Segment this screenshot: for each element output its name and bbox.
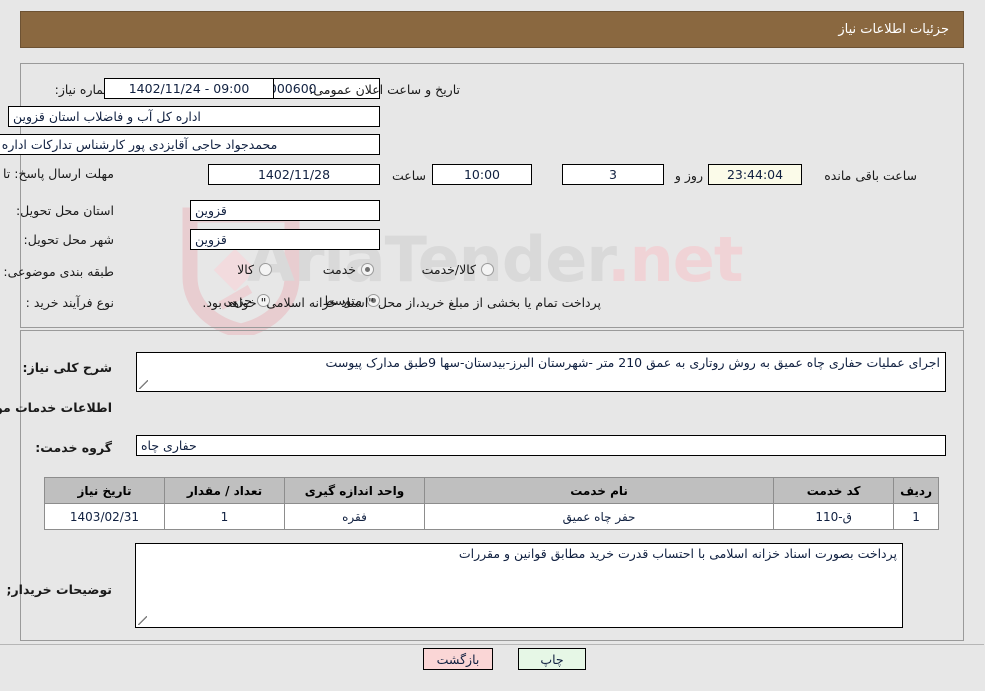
deadline-label: مهلت ارسال پاسخ: تا تاریخ: <box>0 166 115 181</box>
table-col-unit: واحد اندازه گیری <box>285 477 426 504</box>
category-radio-khedmat[interactable]: خدمت <box>324 262 375 277</box>
category-radio-kala-khedmat[interactable]: کالا/خدمت <box>423 262 495 277</box>
deadline-date-value: 1402/11/28 <box>209 164 381 185</box>
cell-radif: 1 <box>894 503 940 530</box>
cell-unit: فقره <box>285 503 426 530</box>
table-col-qty: تعداد / مقدار <box>165 477 286 504</box>
hour-value: 10:00 <box>433 164 533 185</box>
days-suffix-label: روز و <box>675 168 704 183</box>
summary-label: شرح کلی نیاز: <box>23 360 113 375</box>
province-label: استان محل تحویل: <box>16 203 115 218</box>
table-col-name: نام خدمت <box>424 477 776 504</box>
process-label: نوع فرآیند خرید : <box>26 295 115 310</box>
announce-datetime-label: تاریخ و ساعت اعلان عمومی: <box>310 82 461 97</box>
page-title-bar: جزئیات اطلاعات نیاز <box>21 11 965 48</box>
table-header-row: ردیف کد خدمت نام خدمت واحد اندازه گیری ت… <box>45 477 940 504</box>
service-group-label: گروه خدمت: <box>36 440 113 455</box>
city-value: قزوین <box>191 229 381 250</box>
radio-indicator[interactable] <box>260 263 273 276</box>
services-table: ردیف کد خدمت نام خدمت واحد اندازه گیری ت… <box>45 477 940 530</box>
cell-date: 1403/02/31 <box>45 503 166 530</box>
category-option-label: کالا <box>238 262 255 277</box>
services-heading: اطلاعات خدمات مورد نیاز <box>0 400 113 415</box>
page-title: جزئیات اطلاعات نیاز <box>839 22 950 37</box>
category-option-label: خدمت <box>323 262 357 277</box>
category-label: طبقه بندی موضوعی: <box>4 264 115 279</box>
province-value: قزوین <box>191 200 381 221</box>
remaining-suffix-label: ساعت باقی مانده <box>825 168 918 183</box>
buyer-org-value: اداره کل آب و فاضلاب استان قزوین <box>9 106 381 127</box>
service-group-value: حفاری چاه <box>137 435 947 456</box>
days-remaining-value: 3 <box>563 164 665 185</box>
category-option-label: کالا/خدمت <box>422 262 477 277</box>
city-label: شهر محل تحویل: <box>24 232 115 247</box>
announce-datetime-value: 09:00 - 1402/11/24 <box>105 78 275 99</box>
cell-code: ق-110 <box>774 503 896 530</box>
creator-value: محمدجواد حاجی آقایزدی پور کارشناس تدارکا… <box>0 134 381 155</box>
summary-textarea[interactable]: اجرای عملیات حفاری چاه عمیق به روش روتار… <box>137 352 947 392</box>
page-root: AriaTender.net جزئیات اطلاعات نیاز شماره… <box>0 0 985 691</box>
hour-label: ساعت <box>392 168 427 183</box>
buyer-notes-label: توضیحات خریدار; <box>7 582 113 597</box>
table-row: 1 ق-110 حفر چاه عمیق فقره 1 1403/02/31 <box>45 503 940 530</box>
table-col-date: تاریخ نیاز <box>45 477 166 504</box>
radio-indicator[interactable] <box>482 263 495 276</box>
buyer-notes-textarea[interactable]: پرداخت بصورت اسناد خزانه اسلامی با احتسا… <box>136 543 904 628</box>
table-col-radif: ردیف <box>894 477 940 504</box>
process-note: پرداخت تمام یا بخشی از مبلغ خرید،از محل … <box>203 295 602 310</box>
cell-qty: 1 <box>165 503 286 530</box>
table-col-code: کد خدمت <box>774 477 896 504</box>
category-radio-kala[interactable]: کالا <box>238 262 273 277</box>
cell-name: حفر چاه عمیق <box>424 503 776 530</box>
radio-indicator[interactable] <box>362 263 375 276</box>
time-remaining-value: 23:44:04 <box>709 164 803 185</box>
